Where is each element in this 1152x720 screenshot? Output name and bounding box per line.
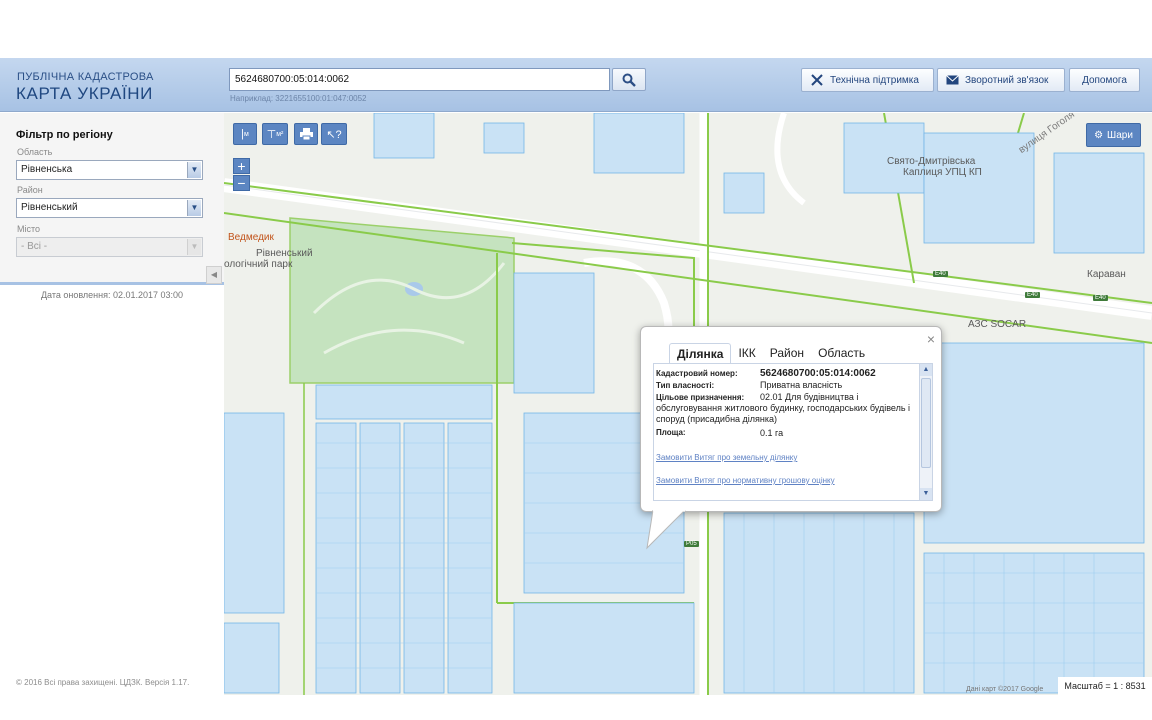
city-select[interactable]: - Всі - ▼: [16, 237, 203, 257]
poi-zoo-line1[interactable]: Рівненський: [256, 248, 313, 259]
printer-icon: [299, 128, 313, 140]
chevron-down-icon[interactable]: ▼: [920, 488, 932, 500]
popup-pointer: [646, 510, 686, 550]
gear-icon: ⚙: [1094, 129, 1104, 141]
app-window: ПУБЛІЧНА КАДАСТРОВА КАРТА УКРАЇНИ Наприк…: [0, 0, 1152, 720]
sidebar: Фільтр по регіону Область Рівненська ▼ Р…: [0, 113, 224, 695]
filter-title: Фільтр по регіону: [16, 129, 113, 141]
area-key: Площа:: [656, 428, 686, 437]
collapse-sidebar-button[interactable]: ◀: [206, 266, 222, 284]
print-button[interactable]: [294, 123, 318, 145]
measure-area-button[interactable]: ⊤ м²: [262, 123, 288, 145]
layers-button[interactable]: ⚙ Шари: [1086, 123, 1141, 147]
tab-ikk[interactable]: ІКК: [731, 343, 762, 364]
update-date: Дата оновлення: 02.01.2017 03:00: [40, 290, 184, 300]
search-hint: Наприклад: 3221655100:01:047:0052: [230, 94, 367, 103]
logo-line1[interactable]: ПУБЛІЧНА КАДАСТРОВА: [17, 71, 154, 83]
road-sign-e40: E40: [933, 271, 948, 277]
region-label: Область: [17, 147, 53, 157]
tab-district[interactable]: Район: [763, 343, 811, 364]
tab-parcel[interactable]: Ділянка: [669, 343, 732, 364]
region-select[interactable]: Рівненська ▼: [16, 160, 203, 180]
tech-support-label: Технічна підтримка: [830, 74, 919, 86]
header-bar: ПУБЛІЧНА КАДАСТРОВА КАРТА УКРАЇНИ Наприк…: [0, 58, 1152, 112]
chevron-down-icon[interactable]: ▼: [187, 200, 201, 216]
area-icon: ⊤: [266, 128, 277, 141]
cadastral-search-input[interactable]: [229, 68, 610, 91]
parcel-info-popup: × Ділянка ІКК Район Область Кадастровий …: [640, 326, 942, 512]
district-label: Район: [17, 185, 43, 195]
tool-area-unit: м²: [276, 130, 284, 138]
tab-region[interactable]: Область: [811, 343, 872, 364]
scale-indicator: Масштаб = 1 : 8531: [1058, 677, 1152, 695]
road-sign-e40: E40: [1025, 292, 1040, 298]
tool-length-unit: м: [244, 130, 249, 138]
purpose-value: 02.01 Для будівництва і обслуговування ж…: [656, 392, 911, 424]
order-extract-link[interactable]: Замовити Витяг про земельну ділянку: [656, 453, 797, 462]
envelope-icon: [946, 75, 959, 85]
poi-socar[interactable]: АЗС SOCAR: [968, 319, 1026, 330]
district-select[interactable]: Рівненський ▼: [16, 198, 203, 218]
chevron-up-icon[interactable]: ▲: [920, 364, 932, 376]
region-value: Рівненська: [21, 164, 73, 175]
search-button[interactable]: [612, 68, 646, 91]
poi-church-line2[interactable]: Каплиця УПЦ КП: [903, 167, 982, 178]
measure-length-button[interactable]: | м: [233, 123, 257, 145]
city-value: - Всі -: [21, 241, 48, 252]
identify-button[interactable]: ↖?: [321, 123, 347, 145]
map-attribution: Дані карт ©2017 Google: [966, 686, 1044, 693]
area-value: 0.1 га: [760, 428, 784, 438]
cursor-question-icon: ↖?: [326, 128, 342, 141]
scroll-thumb[interactable]: [921, 378, 931, 468]
poi-vedmedyk[interactable]: Ведмедик: [228, 232, 274, 243]
tools-icon: [811, 74, 823, 86]
road-sign-e40: E40: [1093, 295, 1108, 301]
parcel-details: Кадастровий номер: 5624680700:05:014:006…: [653, 363, 933, 501]
poi-zoo-line2[interactable]: ологічний парк: [224, 259, 292, 270]
chevron-down-icon[interactable]: ▼: [187, 162, 201, 178]
poi-church-line1[interactable]: Свято-Дмитрівська: [887, 156, 975, 167]
popup-tabs: Ділянка ІКК Район Область: [669, 343, 872, 364]
poi-karavan[interactable]: Караван: [1087, 269, 1126, 280]
cadastral-number-key: Кадастровий номер:: [656, 369, 738, 378]
logo-line2[interactable]: КАРТА УКРАЇНИ: [16, 84, 153, 104]
help-button[interactable]: Допомога: [1069, 68, 1140, 92]
popup-scrollbar[interactable]: ▲ ▼: [919, 364, 932, 500]
zoom-in-button[interactable]: +: [233, 158, 250, 174]
search-icon: [622, 73, 636, 87]
layers-label: Шари: [1107, 129, 1133, 141]
city-label: Місто: [17, 224, 41, 234]
region-filter-panel: Фільтр по регіону Область Рівненська ▼ Р…: [0, 113, 224, 285]
order-valuation-link[interactable]: Замовити Витяг про нормативну грошову оц…: [656, 476, 835, 485]
feedback-label: Зворотний зв'язок: [965, 74, 1049, 86]
tech-support-button[interactable]: Технічна підтримка: [801, 68, 934, 92]
zoom-out-button[interactable]: −: [233, 175, 250, 191]
help-label: Допомога: [1082, 74, 1127, 86]
ownership-key: Тип власності:: [656, 381, 715, 390]
copyright: © 2016 Всі права захищені. ЦДЗК. Версія …: [16, 678, 190, 687]
cadastral-number-value: 5624680700:05:014:0062: [760, 368, 876, 379]
district-value: Рівненський: [21, 202, 78, 213]
close-icon[interactable]: ×: [927, 331, 935, 347]
chevron-down-icon: ▼: [187, 239, 201, 255]
ownership-value: Приватна власність: [760, 380, 843, 390]
feedback-button[interactable]: Зворотний зв'язок: [937, 68, 1065, 92]
